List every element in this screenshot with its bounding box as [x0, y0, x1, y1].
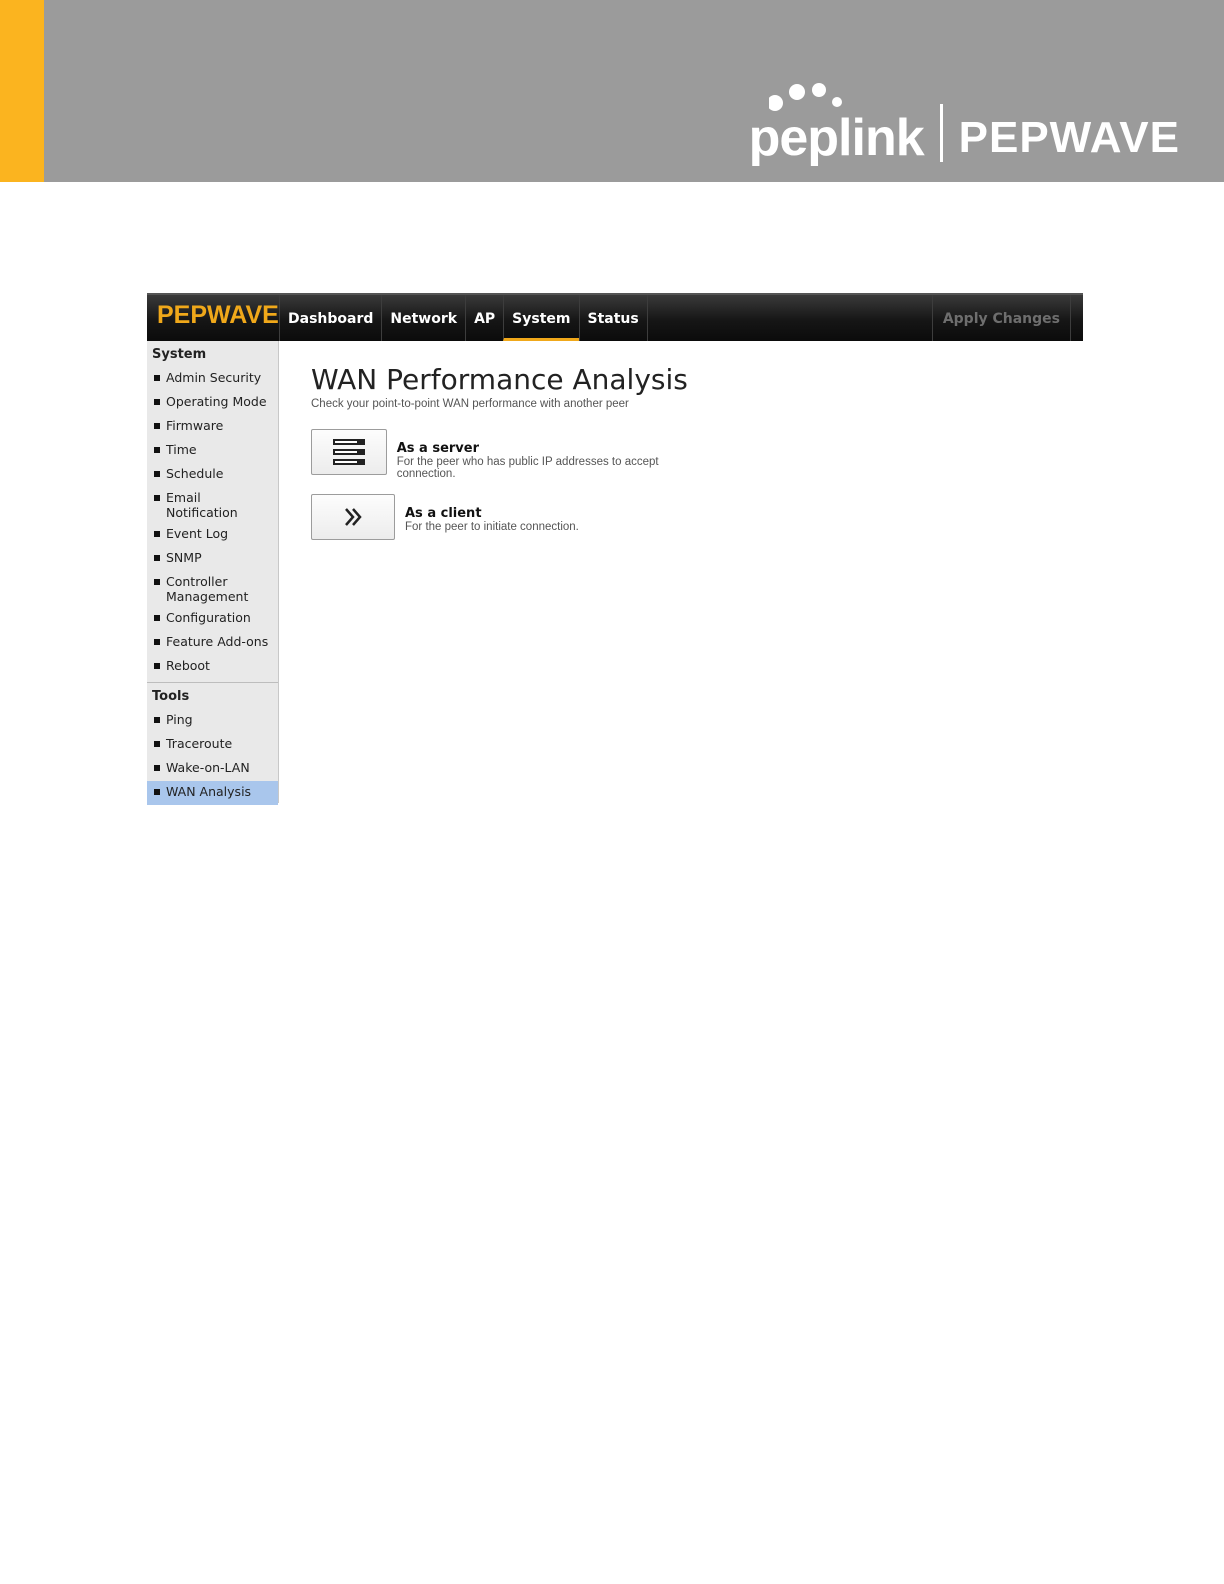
sidebar-item-label: Wake-on-LAN: [166, 760, 250, 775]
sidebar-item-label: Traceroute: [166, 736, 233, 751]
client-option: As a client For the peer to initiate con…: [311, 494, 579, 540]
server-option: As a server For the peer who has public …: [311, 429, 688, 480]
sidebar-item-admin-security[interactable]: Admin Security: [147, 367, 278, 391]
sidebar-item-firmware[interactable]: Firmware: [147, 415, 278, 439]
sidebar-item-label: Email Notification: [166, 490, 238, 520]
sidebar: System Admin Security Operating Mode Fir…: [147, 341, 279, 805]
sidebar-item-email-notification[interactable]: Email Notification: [147, 487, 278, 523]
brand-separator: [939, 104, 943, 162]
nav-tabs: Dashboard Network AP System Status: [279, 295, 648, 341]
server-option-description: For the peer who has public IP addresses…: [396, 456, 659, 480]
client-option-title: As a client: [405, 506, 482, 521]
sidebar-item-label: Firmware: [166, 418, 224, 433]
pepwave-wordmark: PEPWAVE: [958, 113, 1180, 162]
sidebar-item-label: Reboot: [166, 658, 210, 673]
apply-changes-button[interactable]: Apply Changes: [931, 295, 1071, 341]
sidebar-item-label: Ping: [166, 712, 193, 727]
sidebar-item-label: Event Log: [166, 526, 229, 541]
sidebar-item-label: Configuration: [166, 610, 251, 625]
sidebar-item-traceroute[interactable]: Traceroute: [147, 733, 278, 757]
as-server-button[interactable]: [311, 429, 387, 475]
document-header: peplink PEPWAVE: [0, 0, 1224, 182]
sidebar-item-label: Controller Management: [166, 574, 249, 604]
pepwave-logo: PEPWAVE: [157, 301, 279, 329]
bullet-icon: [154, 495, 160, 501]
top-navigation-bar: PEPWAVE Dashboard Network AP System Stat…: [147, 293, 1083, 341]
peplink-dots-icon: [768, 83, 842, 111]
as-client-button[interactable]: [311, 494, 395, 540]
bullet-icon: [154, 447, 160, 453]
tab-status[interactable]: Status: [578, 295, 648, 341]
bullet-icon: [154, 717, 160, 723]
sidebar-item-label: SNMP: [166, 550, 202, 565]
double-chevron-right-icon: [345, 508, 362, 526]
bullet-icon: [154, 663, 160, 669]
tab-dashboard[interactable]: Dashboard: [279, 295, 381, 341]
sidebar-item-controller-management[interactable]: Controller Management: [147, 571, 278, 607]
sidebar-item-snmp[interactable]: SNMP: [147, 547, 278, 571]
server-option-title: As a server: [396, 441, 479, 456]
sidebar-item-time[interactable]: Time: [147, 439, 278, 463]
page-title: WAN Performance Analysis: [311, 363, 688, 396]
bullet-icon: [154, 765, 160, 771]
sidebar-item-reboot[interactable]: Reboot: [147, 655, 278, 679]
sidebar-item-label: Admin Security: [166, 370, 262, 385]
bullet-icon: [154, 579, 160, 585]
accent-bar: [0, 0, 44, 182]
router-web-ui: PEPWAVE Dashboard Network AP System Stat…: [147, 293, 1083, 805]
peplink-wordmark: peplink: [748, 109, 925, 167]
page-subtitle: Check your point-to-point WAN performanc…: [311, 398, 629, 410]
bullet-icon: [154, 471, 160, 477]
client-option-text: As a client For the peer to initiate con…: [405, 494, 579, 533]
sidebar-item-label: Feature Add-ons: [166, 634, 269, 649]
tab-network[interactable]: Network: [381, 295, 465, 341]
sidebar-item-ping[interactable]: Ping: [147, 709, 278, 733]
brand-logos: peplink PEPWAVE: [749, 76, 1180, 166]
sidebar-item-configuration[interactable]: Configuration: [147, 607, 278, 631]
main-content: WAN Performance Analysis Check your poin…: [311, 363, 688, 540]
bullet-icon: [154, 399, 160, 405]
bullet-icon: [154, 531, 160, 537]
bullet-icon: [154, 375, 160, 381]
bullet-icon: [154, 423, 160, 429]
peplink-logo: peplink: [748, 83, 925, 167]
client-option-description: For the peer to initiate connection.: [405, 521, 579, 533]
server-option-text: As a server For the peer who has public …: [397, 429, 688, 480]
sidebar-item-operating-mode[interactable]: Operating Mode: [147, 391, 278, 415]
sidebar-item-feature-add-ons[interactable]: Feature Add-ons: [147, 631, 278, 655]
bullet-icon: [154, 741, 160, 747]
bullet-icon: [154, 555, 160, 561]
tab-ap[interactable]: AP: [465, 295, 503, 341]
sidebar-item-wan-analysis[interactable]: WAN Analysis: [147, 781, 278, 805]
bullet-icon: [154, 615, 160, 621]
server-icon: [332, 439, 365, 465]
sidebar-heading-tools: Tools: [152, 689, 190, 704]
sidebar-heading-system: System: [152, 347, 207, 362]
sidebar-item-event-log[interactable]: Event Log: [147, 523, 278, 547]
tab-system[interactable]: System: [503, 295, 579, 341]
bullet-icon: [154, 639, 160, 645]
sidebar-item-label: Operating Mode: [166, 394, 267, 409]
sidebar-item-label: WAN Analysis: [166, 784, 252, 799]
bullet-icon: [154, 789, 160, 795]
sidebar-item-label: Time: [166, 442, 197, 457]
sidebar-item-schedule[interactable]: Schedule: [147, 463, 278, 487]
sidebar-item-wake-on-lan[interactable]: Wake-on-LAN: [147, 757, 278, 781]
sidebar-item-label: Schedule: [166, 466, 224, 481]
